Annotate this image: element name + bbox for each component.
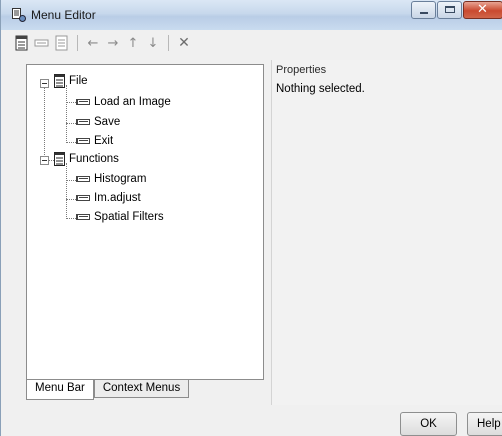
toolbar-separator bbox=[168, 35, 169, 51]
menu-item-icon bbox=[76, 99, 90, 105]
move-down-icon: ↓ bbox=[147, 35, 159, 51]
collapse-toggle-icon[interactable] bbox=[40, 79, 49, 88]
tree-menu-label: File bbox=[69, 75, 88, 87]
tree-menu-functions[interactable]: Functions bbox=[54, 151, 119, 167]
move-right-icon: → bbox=[107, 35, 119, 51]
tree-menu-file[interactable]: File bbox=[54, 73, 88, 89]
caption-buttons: ✕ bbox=[410, 1, 502, 21]
menu-icon bbox=[54, 152, 65, 166]
tree-item-histogram[interactable]: Histogram bbox=[76, 171, 146, 187]
window-title: Menu Editor bbox=[31, 8, 96, 22]
tree-item-label: Exit bbox=[94, 135, 114, 147]
properties-message: Nothing selected. bbox=[276, 83, 365, 95]
tree-connector bbox=[66, 218, 76, 219]
tree-item-exit[interactable]: Exit bbox=[76, 133, 113, 149]
minimize-button[interactable] bbox=[411, 1, 436, 19]
move-left-icon: ← bbox=[87, 35, 99, 51]
tree-item-label: Save bbox=[94, 116, 121, 128]
ok-button[interactable]: OK bbox=[400, 412, 457, 436]
tree-item-save[interactable]: Save bbox=[76, 114, 120, 130]
toolbar: ← → ↑ ↓ ✕ bbox=[13, 32, 195, 54]
tab-context-menus[interactable]: Context Menus bbox=[93, 380, 190, 398]
menu-item-icon bbox=[76, 214, 90, 220]
tree-item-label: Im.adjust bbox=[94, 192, 141, 204]
menu-item-icon bbox=[76, 119, 90, 125]
title-bar[interactable]: Menu Editor ✕ bbox=[1, 0, 502, 30]
menu-item-icon bbox=[76, 176, 90, 182]
move-down-button[interactable]: ↓ bbox=[144, 33, 162, 53]
delete-button[interactable]: ✕ bbox=[175, 33, 193, 53]
menu-editor-icon bbox=[12, 8, 26, 22]
properties-panel: Properties Nothing selected. bbox=[271, 60, 502, 405]
new-menu-item-button[interactable] bbox=[33, 33, 51, 53]
tree-connector bbox=[66, 102, 76, 103]
tree-connector bbox=[66, 180, 76, 181]
move-left-button[interactable]: ← bbox=[84, 33, 102, 53]
move-right-button[interactable]: → bbox=[104, 33, 122, 53]
tree-item-im-adjust[interactable]: Im.adjust bbox=[76, 190, 141, 206]
minimize-icon bbox=[420, 12, 428, 14]
tab-menu-bar[interactable]: Menu Bar bbox=[26, 380, 94, 400]
close-icon: ✕ bbox=[477, 2, 488, 17]
maximize-icon bbox=[445, 6, 455, 13]
new-context-menu-button[interactable] bbox=[53, 33, 71, 53]
tree-item-spatial-filters[interactable]: Spatial Filters bbox=[76, 209, 164, 225]
tree-connector bbox=[66, 85, 67, 143]
new-menu-item-icon bbox=[34, 39, 49, 47]
new-menu-icon bbox=[15, 35, 28, 51]
tree-connector bbox=[66, 163, 67, 219]
tree-connector bbox=[66, 142, 76, 143]
tree-item-label: Spatial Filters bbox=[94, 211, 164, 223]
menu-item-icon bbox=[76, 138, 90, 144]
maximize-button[interactable] bbox=[437, 1, 462, 19]
menu-editor-window: Menu Editor ✕ ← → ↑ ↓ ✕ File Load an Ima… bbox=[0, 0, 502, 436]
toolbar-separator bbox=[77, 35, 78, 51]
tree-item-label: Load an Image bbox=[94, 96, 171, 108]
move-up-icon: ↑ bbox=[127, 35, 139, 51]
menu-item-icon bbox=[76, 195, 90, 201]
properties-title: Properties bbox=[276, 64, 327, 76]
new-context-menu-icon bbox=[55, 35, 68, 51]
close-button[interactable]: ✕ bbox=[463, 1, 502, 19]
tree-item-load-an-image[interactable]: Load an Image bbox=[76, 94, 171, 110]
move-up-button[interactable]: ↑ bbox=[124, 33, 142, 53]
menu-tree[interactable]: File Load an Image Save Exit Functions H… bbox=[26, 64, 264, 380]
tree-connector bbox=[66, 199, 76, 200]
collapse-toggle-icon[interactable] bbox=[40, 156, 49, 165]
tree-item-label: Histogram bbox=[94, 173, 147, 185]
tab-strip: Menu Bar Context Menus bbox=[26, 380, 190, 402]
help-button[interactable]: Help bbox=[467, 412, 502, 436]
menu-icon bbox=[54, 74, 65, 88]
tree-connector bbox=[66, 123, 76, 124]
new-menu-button[interactable] bbox=[13, 33, 31, 53]
tree-connector bbox=[44, 85, 45, 161]
delete-icon: ✕ bbox=[178, 35, 190, 51]
tree-menu-label: Functions bbox=[69, 153, 119, 165]
